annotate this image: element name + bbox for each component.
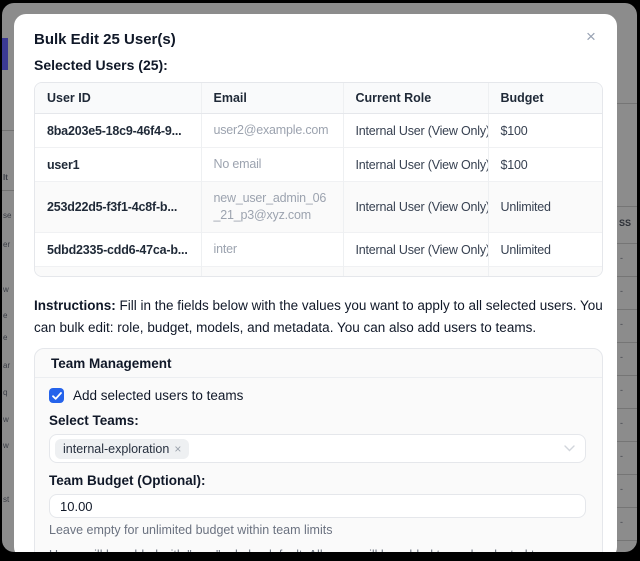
selected-users-table-container[interactable]: User ID Email Current Role Budget 8ba203…: [34, 82, 603, 277]
add-users-checkbox[interactable]: [49, 388, 64, 403]
email-cell: No email: [201, 148, 343, 182]
instructions-label: Instructions:: [34, 298, 116, 313]
background-text-fragment: w: [3, 415, 9, 424]
chevron-down-icon: [564, 445, 575, 452]
user-id-cell: 8ba203e5-18c9-46f4-9...: [35, 114, 201, 148]
page-title: Bulk Edit 25 User(s): [34, 31, 603, 48]
budget-cell: $100: [488, 114, 602, 148]
budget-helper-text: Leave empty for unlimited budget within …: [49, 523, 586, 537]
team-tag: internal-exploration ×: [55, 439, 189, 459]
email-cell: internal-user-ui-qa-06-28-: [201, 267, 343, 278]
budget-cell: Unlimited: [488, 233, 602, 267]
close-button[interactable]: ×: [579, 25, 603, 49]
background-text-fragment: e: [3, 311, 7, 320]
background-right-strip: SS - - - - - - - - -: [616, 3, 637, 552]
table-row: 5dbd2335-cdd6-47ca-b... inter Internal U…: [35, 233, 602, 267]
add-users-checkbox-label: Add selected users to teams: [73, 388, 243, 403]
background-text-fragment: ar: [3, 361, 10, 370]
close-icon: ×: [586, 27, 596, 47]
budget-cell: Unlimited: [488, 182, 602, 233]
email-cell: user2@example.com: [201, 114, 343, 148]
table-row: internal-user-ui-qa-06-28-: [35, 267, 602, 278]
bulk-edit-modal: × Bulk Edit 25 User(s) Selected Users (2…: [14, 14, 617, 552]
checkmark-icon: [52, 392, 62, 400]
table-row: 8ba203e5-18c9-46f4-9... user2@example.co…: [35, 114, 602, 148]
team-management-panel: Team Management Add selected users to te…: [34, 348, 603, 552]
email-cell: new_user_admin_06_21_p3@xyz.com: [201, 182, 343, 233]
column-header-budget: Budget: [488, 83, 602, 114]
tag-remove-icon[interactable]: ×: [174, 443, 181, 455]
background-text-fragment: e: [3, 333, 7, 342]
team-budget-label: Team Budget (Optional):: [49, 473, 586, 488]
column-header-email: Email: [201, 83, 343, 114]
role-cell: Internal User (View Only): [343, 233, 488, 267]
select-teams-label: Select Teams:: [49, 413, 586, 428]
budget-cell: $100: [488, 148, 602, 182]
background-text-fragment: lt: [3, 173, 8, 182]
selected-users-table: User ID Email Current Role Budget 8ba203…: [35, 83, 602, 277]
table-header-row: User ID Email Current Role Budget: [35, 83, 602, 114]
team-management-header: Team Management: [35, 349, 602, 378]
team-budget-input[interactable]: [49, 494, 586, 518]
table-row: user1 No email Internal User (View Only)…: [35, 148, 602, 182]
role-cell: Internal User (View Only): [343, 182, 488, 233]
role-cell: [343, 267, 488, 278]
page-overlay: lt se er w e e ar q w w st SS - - - - - …: [2, 3, 637, 552]
teams-select[interactable]: internal-exploration ×: [49, 434, 586, 463]
selected-users-label: Selected Users (25):: [34, 57, 603, 73]
column-header-user-id: User ID: [35, 83, 201, 114]
role-cell: Internal User (View Only): [343, 114, 488, 148]
background-column-header: SS: [619, 218, 631, 228]
background-accent-button-sliver: [2, 38, 8, 70]
user-id-cell: user1: [35, 148, 201, 182]
add-users-checkbox-row[interactable]: Add selected users to teams: [49, 388, 586, 403]
background-text-fragment: se: [3, 211, 11, 220]
role-helper-text: Users will be added with "user" role by …: [49, 548, 586, 552]
budget-cell: [488, 267, 602, 278]
user-id-cell: 253d22d5-f3f1-4c8f-b...: [35, 182, 201, 233]
user-id-cell: [35, 267, 201, 278]
background-text-fragment: q: [3, 388, 7, 397]
background-text-fragment: st: [3, 495, 9, 504]
email-cell: inter: [201, 233, 343, 267]
team-tag-label: internal-exploration: [63, 442, 169, 456]
background-text-fragment: w: [3, 441, 9, 450]
role-cell: Internal User (View Only): [343, 148, 488, 182]
background-text-fragment: w: [3, 285, 9, 294]
table-row: 253d22d5-f3f1-4c8f-b... new_user_admin_0…: [35, 182, 602, 233]
user-id-cell: 5dbd2335-cdd6-47ca-b...: [35, 233, 201, 267]
instructions-text: Instructions: Fill in the fields below w…: [34, 295, 603, 338]
column-header-current-role: Current Role: [343, 83, 488, 114]
background-text-fragment: er: [3, 240, 10, 249]
